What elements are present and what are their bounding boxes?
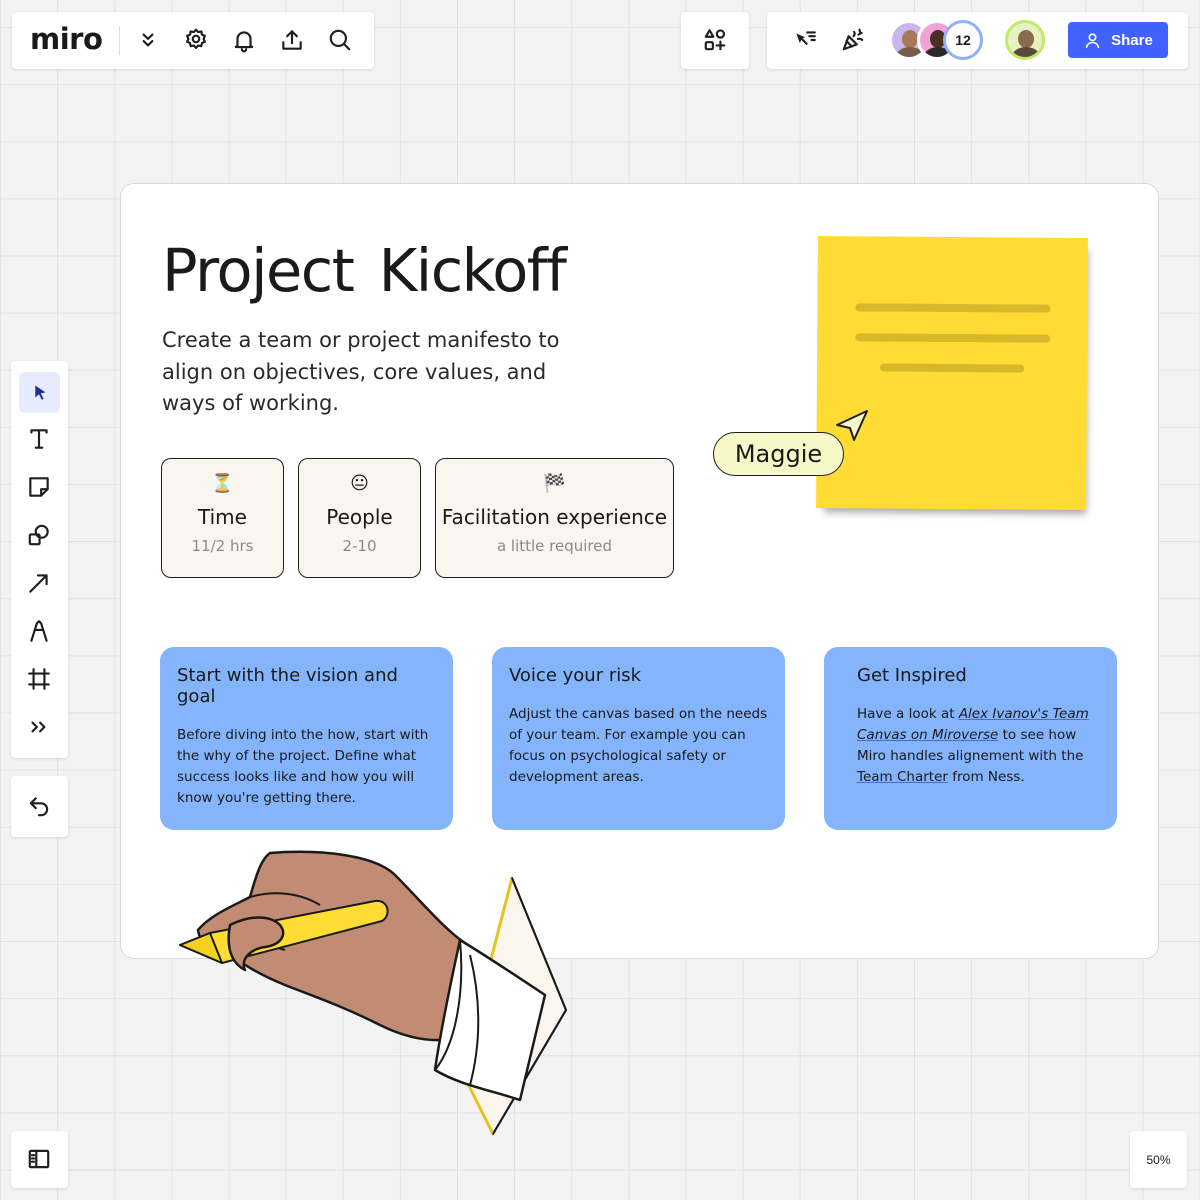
cursor-tools-button[interactable] [787, 22, 823, 58]
collaborator-cursor-label: Maggie [713, 432, 844, 476]
card-body-text: Have a look at [857, 706, 959, 722]
search-button[interactable] [322, 22, 358, 58]
top-left-toolbar: miro [12, 12, 374, 69]
cursor-arrow-icon [34, 385, 45, 400]
shapes-tool[interactable] [21, 517, 57, 553]
info-card-label: Time [198, 505, 247, 529]
arrow-icon [29, 574, 48, 593]
info-card-facilitation[interactable]: 🏁 Facilitation experience a little requi… [435, 458, 674, 578]
miro-logo[interactable]: miro [30, 22, 103, 56]
sidebar-toggle-panel [11, 1131, 68, 1188]
info-card-value: 11/2 hrs [191, 537, 254, 555]
apps-panel [681, 12, 749, 69]
card-title: Start with the vision and goal [177, 665, 398, 707]
notifications-button[interactable] [226, 22, 262, 58]
card-body: Before diving into the how, start with t… [177, 727, 429, 806]
page-title: Project Kickoff [162, 236, 567, 305]
collaborators-count-badge[interactable]: 12 [943, 20, 983, 60]
card-body: Have a look at Alex Ivanov's Team Canvas… [857, 704, 1100, 788]
search-icon [329, 29, 351, 51]
info-card-label: Facilitation experience [441, 505, 668, 529]
info-card-value: a little required [496, 537, 613, 555]
sticky-note-icon [29, 477, 49, 497]
celebrate-button[interactable] [835, 22, 871, 58]
sticky-line [855, 303, 1051, 313]
frame-tool[interactable] [21, 661, 57, 697]
sidebar-toggle-button[interactable] [21, 1141, 57, 1177]
double-chevron-down-icon [142, 33, 154, 47]
bell-icon [234, 31, 254, 53]
info-card-time[interactable]: ⏳ Time 11/2 hrs [161, 458, 284, 578]
pen-tool[interactable] [21, 613, 57, 649]
shapes-icon [28, 524, 49, 546]
undo-button[interactable] [21, 788, 57, 824]
party-popper-icon [842, 28, 864, 51]
hourglass-icon: ⏳ [211, 473, 234, 493]
apps-button[interactable] [697, 22, 733, 58]
page-subtitle: Create a team or project manifesto to al… [162, 328, 560, 415]
left-toolbar [11, 361, 68, 758]
collaborator-cursor-icon [836, 410, 868, 441]
more-tools-button[interactable] [21, 709, 57, 745]
sticky-note-tool[interactable] [21, 469, 57, 505]
current-user-avatar[interactable] [1005, 20, 1045, 60]
share-label: Share [1111, 31, 1153, 49]
double-chevron-right-icon [31, 721, 46, 733]
upload-icon [282, 30, 302, 50]
card-title: Get Inspired [857, 665, 967, 686]
card-inspired[interactable]: Get Inspired Have a look at Alex Ivanov'… [824, 647, 1117, 830]
info-card-label: People [326, 505, 393, 529]
cursor-lines-icon [796, 31, 816, 45]
info-card-people[interactable]: 😐 People 2-10 [298, 458, 421, 578]
card-vision[interactable]: Start with the vision and goal Before di… [160, 647, 453, 830]
shapes-plus-icon [704, 29, 726, 51]
sticky-line [855, 333, 1051, 343]
card-title: Voice your risk [509, 665, 642, 686]
export-button[interactable] [274, 22, 310, 58]
text-icon [30, 429, 48, 449]
card-body: Adjust the canvas based on the needs of … [509, 706, 768, 785]
card-risk[interactable]: Voice your risk Adjust the canvas based … [492, 647, 785, 830]
undo-icon [29, 797, 49, 817]
text-tool[interactable] [21, 421, 57, 457]
sidebar-icon [28, 1149, 50, 1169]
gear-icon [186, 28, 206, 49]
top-right-toolbar: 12 Share [767, 12, 1188, 69]
frame-icon [28, 668, 50, 690]
toolbar-divider [119, 26, 120, 55]
team-charter-link[interactable]: Team Charter [857, 769, 948, 785]
connection-line-tool[interactable] [21, 565, 57, 601]
user-icon [1085, 32, 1100, 48]
face-icon: 😐 [350, 473, 369, 493]
card-body-text: from Ness. [947, 769, 1025, 785]
share-button[interactable]: Share [1068, 22, 1168, 58]
pen-icon [30, 620, 48, 642]
select-tool[interactable] [19, 372, 60, 413]
checkered-flag-icon: 🏁 [543, 473, 566, 493]
settings-button[interactable] [178, 22, 214, 58]
info-card-value: 2-10 [342, 537, 377, 555]
sticky-line [880, 363, 1025, 373]
hand-writing-illustration [179, 850, 568, 1135]
sticky-note[interactable] [816, 236, 1088, 510]
expand-menu-button[interactable] [130, 22, 166, 58]
undo-panel [11, 776, 68, 837]
zoom-level[interactable]: 50% [1130, 1131, 1187, 1188]
